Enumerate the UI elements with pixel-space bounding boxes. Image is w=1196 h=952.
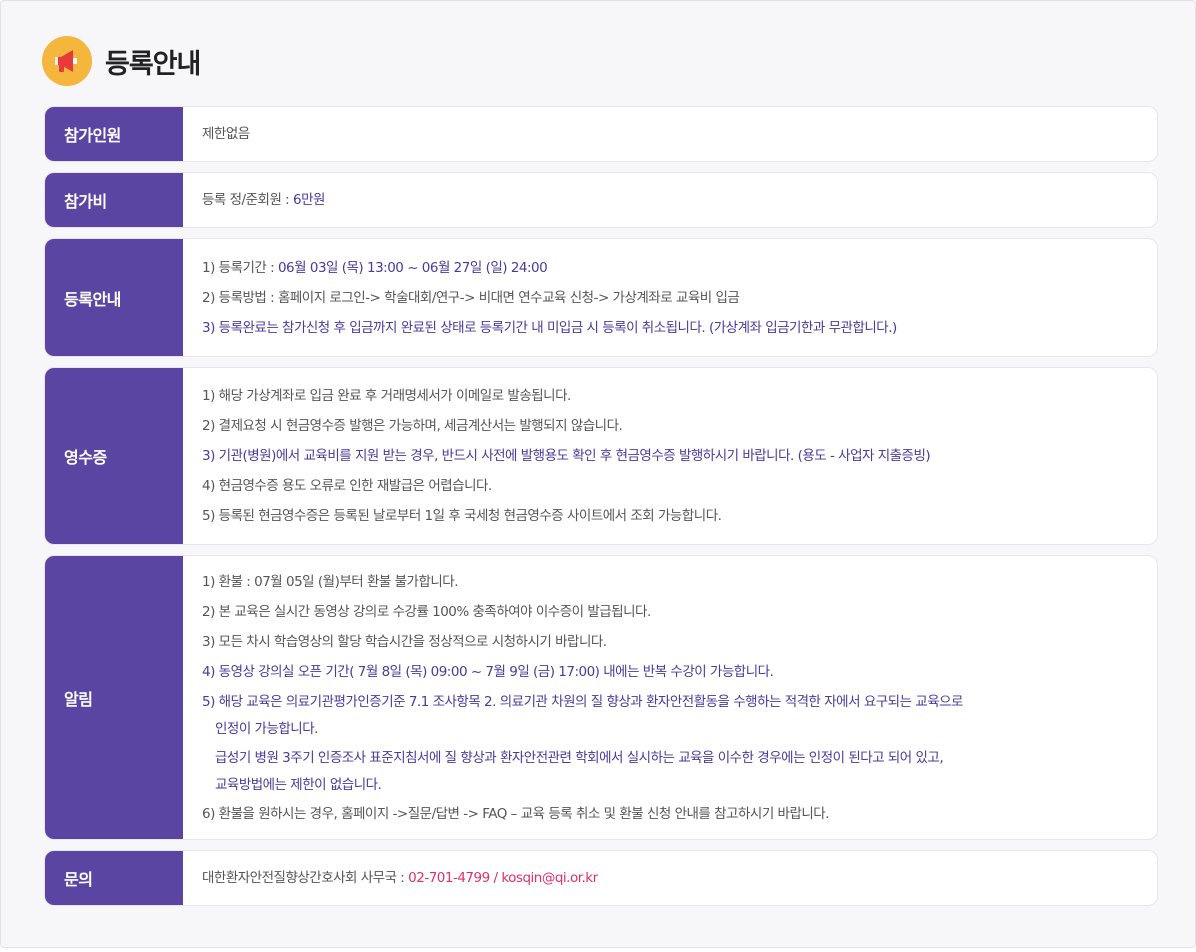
notice-label: 알림 xyxy=(45,556,183,839)
participants-label: 참가인원 xyxy=(45,107,183,161)
list-item: 2) 결제요청 시 현금영수증 발행은 가능하며, 세금계산서는 발행되지 않습… xyxy=(202,418,623,434)
participants-row: 참가인원 제한없음 xyxy=(44,106,1158,162)
page-title: 등록안내 xyxy=(105,48,201,80)
fee-row: 참가비 등록 정/준회원 : 6만원 xyxy=(44,172,1158,228)
fee-value: 등록 정/준회원 : 6만원 xyxy=(202,192,325,208)
inquiry-label: 문의 xyxy=(45,851,183,905)
registration-period: 1) 등록기간 : 06월 03일 (목) 13:00 ~ 06월 27일 (일… xyxy=(202,259,548,276)
list-item: 4) 동영상 강의실 오픈 기간( 7월 8일 (목) 09:00 ~ 7월 9… xyxy=(202,663,774,680)
list-item: 3) 모든 차시 학습영상의 할당 학습시간을 정상적으로 시청하시기 바랍니다… xyxy=(202,633,607,650)
inquiry-row: 문의 대한환자안전질향상간호사회 사무국 : 02-701-4799 / kos… xyxy=(44,850,1158,906)
registration-label: 등록안내 xyxy=(45,239,183,356)
receipt-label: 영수증 xyxy=(45,368,183,544)
list-item: 급성기 병원 3주기 인증조사 표준지침서에 질 향상과 환자안전관련 학회에서… xyxy=(215,749,944,766)
contact-link[interactable]: 02-701-4799 / kosqin@qi.or.kr xyxy=(408,870,598,886)
page-header: 등록안내 xyxy=(42,36,201,86)
list-item: 3) 기관(병원)에서 교육비를 지원 받는 경우, 반드시 사전에 발행용도 … xyxy=(202,448,931,464)
fee-amount: 6만원 xyxy=(293,192,325,208)
list-item: 5) 해당 교육은 의료기관평가인증기준 7.1 조사항목 2. 의료기관 차원… xyxy=(202,693,963,710)
fee-label: 참가비 xyxy=(45,173,183,227)
list-item: 2) 본 교육은 실시간 동영상 강의로 수강률 100% 충족하여야 이수증이… xyxy=(202,603,651,620)
list-item: 1) 해당 가상계좌로 입금 완료 후 거래명세서가 이메일로 발송됩니다. xyxy=(202,388,571,404)
receipt-row: 영수증 1) 해당 가상계좌로 입금 완료 후 거래명세서가 이메일로 발송됩니… xyxy=(44,367,1158,545)
registration-info-panel: 등록안내 참가인원 제한없음 참가비 등록 정/준회원 : 6만원 등록안내 1… xyxy=(0,0,1196,948)
registration-completion: 3) 등록완료는 참가신청 후 입금까지 완료된 상태로 등록기간 내 미입금 … xyxy=(202,319,897,336)
list-item: 4) 현금영수증 용도 오류로 인한 재발급은 어렵습니다. xyxy=(202,478,492,494)
registration-row: 등록안내 1) 등록기간 : 06월 03일 (목) 13:00 ~ 06월 2… xyxy=(44,238,1158,357)
list-item: 1) 환불 : 07월 05일 (월)부터 환불 불가합니다. xyxy=(202,573,459,590)
notice-row: 알림 1) 환불 : 07월 05일 (월)부터 환불 불가합니다. 2) 본 … xyxy=(44,555,1158,840)
megaphone-icon xyxy=(42,36,92,86)
list-item: 인정이 가능합니다. xyxy=(215,720,318,737)
participants-value: 제한없음 xyxy=(202,126,250,142)
list-item: 6) 환불을 원하시는 경우, 홈페이지 ->질문/답변 -> FAQ – 교육… xyxy=(202,805,830,822)
registration-method: 2) 등록방법 : 홈페이지 로그인-> 학술대회/연구-> 비대면 연수교육 … xyxy=(202,289,740,306)
inquiry-value: 대한환자안전질향상간호사회 사무국 : 02-701-4799 / kosqin… xyxy=(202,870,598,886)
list-item: 5) 등록된 현금영수증은 등록된 날로부터 1일 후 국세청 현금영수증 사이… xyxy=(202,508,722,524)
list-item: 교육방법에는 제한이 없습니다. xyxy=(215,776,382,793)
